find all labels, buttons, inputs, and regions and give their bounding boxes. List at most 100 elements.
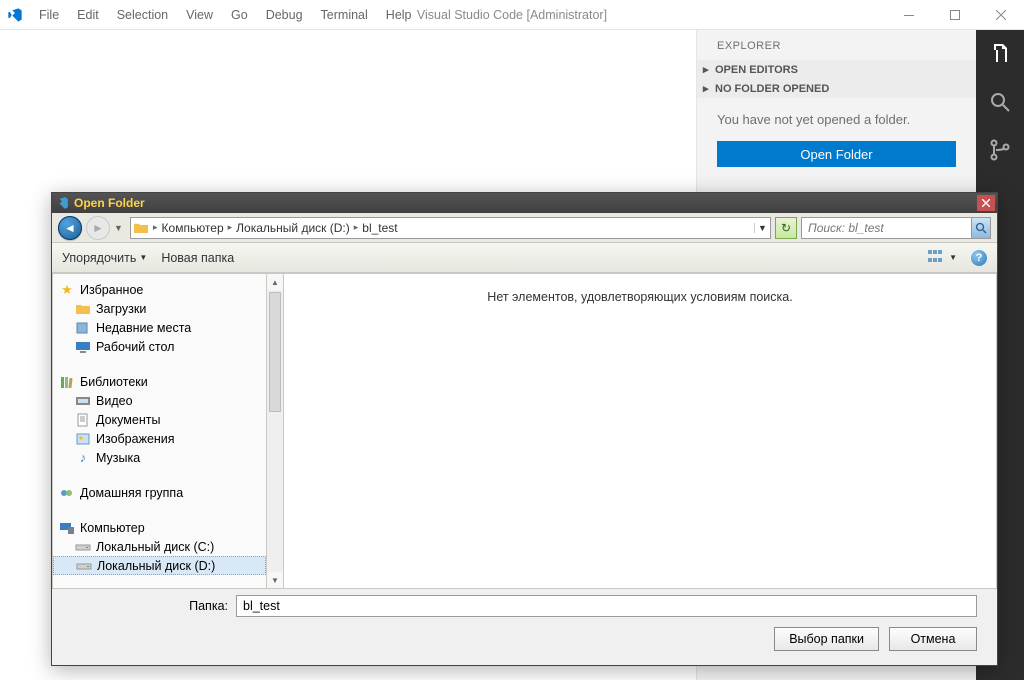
breadcrumb[interactable]: ▸ Компьютер ▸ Локальный диск (D:) ▸ bl_t… (130, 217, 771, 239)
toolbar-label: Упорядочить (62, 251, 136, 265)
menu-terminal[interactable]: Terminal (312, 0, 377, 30)
source-control-icon (988, 138, 1012, 162)
no-folder-message: You have not yet opened a folder. (697, 98, 976, 137)
search-box (801, 217, 991, 239)
folder-label: Папка: (72, 599, 236, 613)
tree-video[interactable]: Видео (53, 391, 266, 410)
chevron-right-icon: ▸ (703, 63, 715, 76)
grid-icon (928, 250, 946, 266)
open-folder-button[interactable]: Open Folder (717, 141, 956, 167)
navigation-tree: ★Избранное Загрузки Недавние места Рабоч… (52, 273, 267, 589)
toolbar-new-folder[interactable]: Новая папка (161, 251, 234, 265)
explorer-title: EXPLORER (697, 30, 976, 60)
minimize-button[interactable] (886, 0, 932, 30)
breadcrumb-separator: ▸ (151, 222, 160, 233)
vscode-icon (54, 195, 70, 211)
section-label: OPEN EDITORS (715, 64, 798, 76)
libraries-icon (59, 374, 75, 390)
menubar: File Edit Selection View Go Debug Termin… (30, 0, 421, 30)
breadcrumb-separator: ▸ (352, 222, 361, 233)
dialog-body: ★Избранное Загрузки Недавние места Рабоч… (52, 273, 997, 589)
tree-homegroup[interactable]: Домашняя группа (53, 483, 266, 502)
dialog-footer: Папка: Выбор папки Отмена (52, 589, 997, 665)
dialog-titlebar[interactable]: Open Folder (52, 193, 997, 213)
star-icon: ★ (59, 282, 75, 298)
menu-debug[interactable]: Debug (257, 0, 312, 30)
maximize-button[interactable] (932, 0, 978, 30)
chevron-down-icon: ▼ (139, 253, 147, 262)
tree-downloads[interactable]: Загрузки (53, 299, 266, 318)
tree-favorites[interactable]: ★Избранное (53, 280, 266, 299)
tree-libraries[interactable]: Библиотеки (53, 372, 266, 391)
menu-file[interactable]: File (30, 0, 68, 30)
toolbar-view-button[interactable]: ▼ (928, 250, 957, 266)
video-icon (75, 393, 91, 409)
recent-icon (75, 320, 91, 336)
breadcrumb-segment[interactable]: Компьютер (160, 221, 226, 235)
image-icon (75, 431, 91, 447)
tree-desktop[interactable]: Рабочий стол (53, 337, 266, 356)
tree-drive-d[interactable]: Локальный диск (D:) (53, 556, 266, 575)
breadcrumb-dropdown[interactable]: ▼ (754, 223, 770, 233)
cancel-button[interactable]: Отмена (889, 627, 977, 651)
search-input[interactable] (802, 221, 971, 235)
scroll-thumb[interactable] (269, 292, 281, 412)
window-controls (886, 0, 1024, 30)
tree-scrollbar[interactable]: ▲ ▼ (267, 273, 284, 589)
toolbar-organize[interactable]: Упорядочить ▼ (62, 251, 147, 265)
drive-icon (75, 539, 91, 555)
activity-search[interactable] (976, 78, 1024, 126)
tree-drive-c[interactable]: Локальный диск (C:) (53, 537, 266, 556)
dialog-close-button[interactable] (977, 195, 995, 211)
refresh-button[interactable]: ↻ (775, 217, 797, 239)
tree-computer[interactable]: Компьютер (53, 518, 266, 537)
nav-back-button[interactable]: ◄ (58, 216, 82, 240)
desktop-icon (75, 339, 91, 355)
vscode-icon (0, 7, 30, 23)
scroll-up-icon[interactable]: ▲ (267, 274, 283, 290)
section-label: NO FOLDER OPENED (715, 83, 829, 95)
activity-scm[interactable] (976, 126, 1024, 174)
tree-music[interactable]: ♪Музыка (53, 448, 266, 467)
window-title: Visual Studio Code [Administrator] (417, 8, 607, 22)
menu-help[interactable]: Help (377, 0, 421, 30)
document-icon (75, 412, 91, 428)
breadcrumb-segment[interactable]: bl_test (360, 221, 399, 235)
nav-forward-button[interactable]: ► (86, 216, 110, 240)
titlebar: File Edit Selection View Go Debug Termin… (0, 0, 1024, 30)
folder-icon (131, 221, 151, 235)
section-open-editors[interactable]: ▸ OPEN EDITORS (697, 60, 976, 79)
section-no-folder[interactable]: ▸ NO FOLDER OPENED (697, 79, 976, 98)
menu-view[interactable]: View (177, 0, 222, 30)
file-list-area: Нет элементов, удовлетворяющих условиям … (284, 273, 997, 589)
open-folder-dialog: Open Folder ◄ ► ▼ ▸ Компьютер ▸ Локальны… (51, 192, 998, 666)
menu-edit[interactable]: Edit (68, 0, 108, 30)
search-button[interactable] (971, 218, 990, 238)
menu-selection[interactable]: Selection (108, 0, 177, 30)
tree-images[interactable]: Изображения (53, 429, 266, 448)
tree-documents[interactable]: Документы (53, 410, 266, 429)
breadcrumb-segment[interactable]: Локальный диск (D:) (234, 221, 352, 235)
toolbar-label: Новая папка (161, 251, 234, 265)
dialog-title: Open Folder (74, 196, 977, 210)
files-icon (988, 42, 1012, 66)
folder-name-input[interactable] (236, 595, 977, 617)
scroll-down-icon[interactable]: ▼ (267, 572, 283, 588)
homegroup-icon (59, 485, 75, 501)
dialog-toolbar: Упорядочить ▼ Новая папка ▼ ? (52, 243, 997, 273)
dialog-nav-row: ◄ ► ▼ ▸ Компьютер ▸ Локальный диск (D:) … (52, 213, 997, 243)
activity-explorer[interactable] (976, 30, 1024, 78)
computer-icon (59, 520, 75, 536)
breadcrumb-separator: ▸ (226, 222, 235, 233)
music-icon: ♪ (75, 450, 91, 466)
tree-recent[interactable]: Недавние места (53, 318, 266, 337)
select-folder-button[interactable]: Выбор папки (774, 627, 879, 651)
search-icon (975, 222, 987, 234)
folder-icon (75, 301, 91, 317)
empty-message: Нет элементов, удовлетворяющих условиям … (487, 290, 792, 304)
close-button[interactable] (978, 0, 1024, 30)
menu-go[interactable]: Go (222, 0, 257, 30)
nav-history-dropdown[interactable]: ▼ (114, 223, 126, 233)
help-button[interactable]: ? (971, 250, 987, 266)
chevron-down-icon: ▼ (949, 253, 957, 262)
